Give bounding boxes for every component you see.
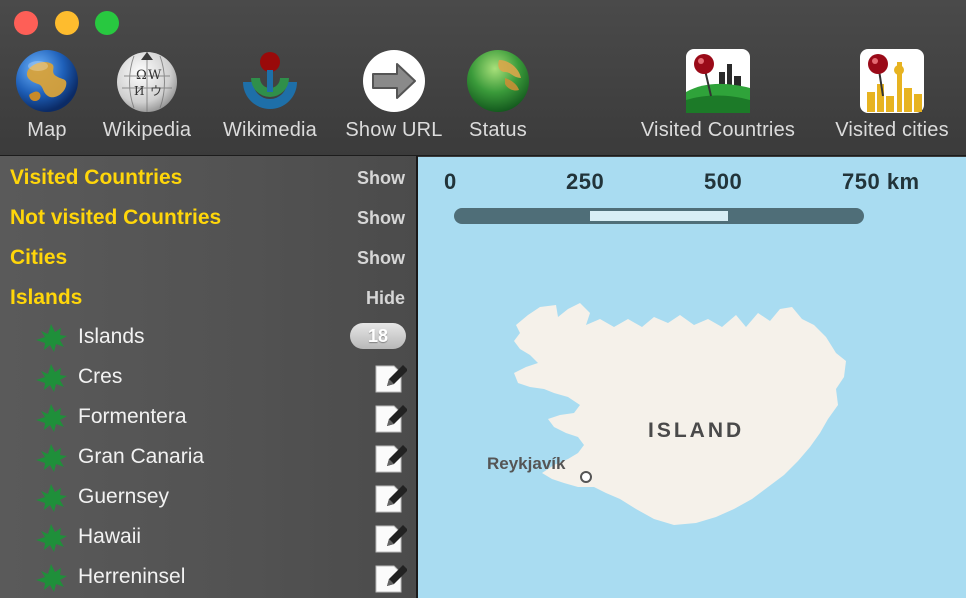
map-tool-button[interactable]: Map bbox=[14, 48, 80, 142]
section-toggle-show[interactable]: Show bbox=[357, 168, 405, 189]
visited-countries-tool-button[interactable]: Visited Countries bbox=[641, 48, 795, 142]
window-titlebar: Map Ω W И ウ Wikipedia Wikimedia Show URL… bbox=[0, 0, 966, 156]
section-visited-countries[interactable]: Visited Countries Show bbox=[0, 158, 416, 198]
status-globe-icon bbox=[467, 50, 529, 112]
arrow-right-icon bbox=[363, 50, 425, 112]
list-item-name: Formentera bbox=[78, 405, 187, 428]
wikimedia-tool-button[interactable]: Wikimedia bbox=[223, 48, 317, 142]
section-title: Not visited Countries bbox=[10, 206, 222, 229]
visited-cities-tool-label: Visited cities bbox=[835, 119, 949, 141]
sidebar: Visited Countries Show Not visited Count… bbox=[0, 156, 416, 598]
islands-group-row[interactable]: Islands 18 bbox=[0, 316, 416, 356]
city-marker[interactable] bbox=[580, 471, 592, 483]
close-window-button[interactable] bbox=[14, 11, 38, 35]
svg-text:И: И bbox=[134, 84, 144, 98]
leaf-icon bbox=[36, 444, 67, 472]
wikipedia-globe-icon: Ω W И ウ bbox=[117, 52, 177, 112]
edit-note-icon[interactable] bbox=[373, 360, 407, 394]
leaf-icon bbox=[36, 564, 67, 592]
list-item-name: Herreninsel bbox=[78, 565, 186, 588]
list-item-name: Cres bbox=[78, 365, 123, 388]
list-item-guernsey[interactable]: Guernsey bbox=[0, 476, 416, 516]
list-item-gran-canaria[interactable]: Gran Canaria bbox=[0, 436, 416, 476]
wikipedia-tool-button[interactable]: Ω W И ウ Wikipedia bbox=[103, 48, 191, 142]
list-item-herreninsel[interactable]: Herreninsel bbox=[0, 556, 416, 596]
visited-countries-pin-icon bbox=[686, 49, 750, 113]
status-tool-label: Status bbox=[469, 119, 527, 141]
edit-note-icon[interactable] bbox=[373, 560, 407, 594]
leaf-icon bbox=[36, 324, 67, 352]
visited-countries-tool-label: Visited Countries bbox=[640, 119, 796, 141]
show-url-tool-button[interactable]: Show URL bbox=[345, 48, 442, 142]
section-toggle-hide[interactable]: Hide bbox=[366, 288, 405, 309]
section-islands[interactable]: Islands Hide bbox=[0, 278, 416, 318]
iceland-landmass bbox=[514, 303, 846, 525]
section-cities[interactable]: Cities Show bbox=[0, 238, 416, 278]
section-toggle-show[interactable]: Show bbox=[357, 208, 405, 229]
country-label: ISLAND bbox=[648, 419, 745, 442]
leaf-icon bbox=[36, 404, 67, 432]
status-tool-button[interactable]: Status bbox=[465, 48, 531, 142]
list-item-cres[interactable]: Cres bbox=[0, 356, 416, 396]
section-not-visited-countries[interactable]: Not visited Countries Show bbox=[0, 198, 416, 238]
list-item-formentera[interactable]: Formentera bbox=[0, 396, 416, 436]
wikipedia-tool-label: Wikipedia bbox=[102, 119, 192, 141]
visited-cities-pin-icon bbox=[860, 49, 924, 113]
edit-note-icon[interactable] bbox=[373, 480, 407, 514]
list-item-name: Hawaii bbox=[78, 525, 142, 548]
leaf-icon bbox=[36, 524, 67, 552]
globe-icon bbox=[16, 50, 78, 112]
section-title: Visited Countries bbox=[10, 166, 183, 189]
wikimedia-tool-label: Wikimedia bbox=[222, 119, 318, 141]
list-item-name: Guernsey bbox=[78, 485, 170, 508]
count-badge: 18 bbox=[350, 323, 406, 349]
map-view[interactable]: 0 250 500 750 km ISLAND Reykjavík bbox=[418, 157, 966, 598]
edit-note-icon[interactable] bbox=[373, 520, 407, 554]
section-title: Cities bbox=[10, 246, 68, 269]
zoom-window-button[interactable] bbox=[95, 11, 119, 35]
leaf-icon bbox=[36, 484, 67, 512]
edit-note-icon[interactable] bbox=[373, 400, 407, 434]
svg-text:W: W bbox=[148, 68, 162, 83]
city-label: Reykjavík bbox=[487, 454, 566, 473]
svg-text:ウ: ウ bbox=[150, 84, 162, 98]
islands-group-label: Islands bbox=[78, 325, 145, 348]
section-title: Islands bbox=[10, 286, 83, 309]
list-item-name: Gran Canaria bbox=[78, 445, 205, 468]
minimize-window-button[interactable] bbox=[55, 11, 79, 35]
section-toggle-show[interactable]: Show bbox=[357, 248, 405, 269]
visited-cities-tool-button[interactable]: Visited cities bbox=[835, 48, 949, 142]
wikimedia-logo-icon bbox=[243, 52, 297, 109]
leaf-icon bbox=[36, 364, 67, 392]
map-tool-label: Map bbox=[27, 119, 67, 141]
show-url-tool-label: Show URL bbox=[345, 119, 443, 141]
svg-text:Ω: Ω bbox=[136, 68, 147, 83]
edit-note-icon[interactable] bbox=[373, 440, 407, 474]
list-item-hawaii[interactable]: Hawaii bbox=[0, 516, 416, 556]
